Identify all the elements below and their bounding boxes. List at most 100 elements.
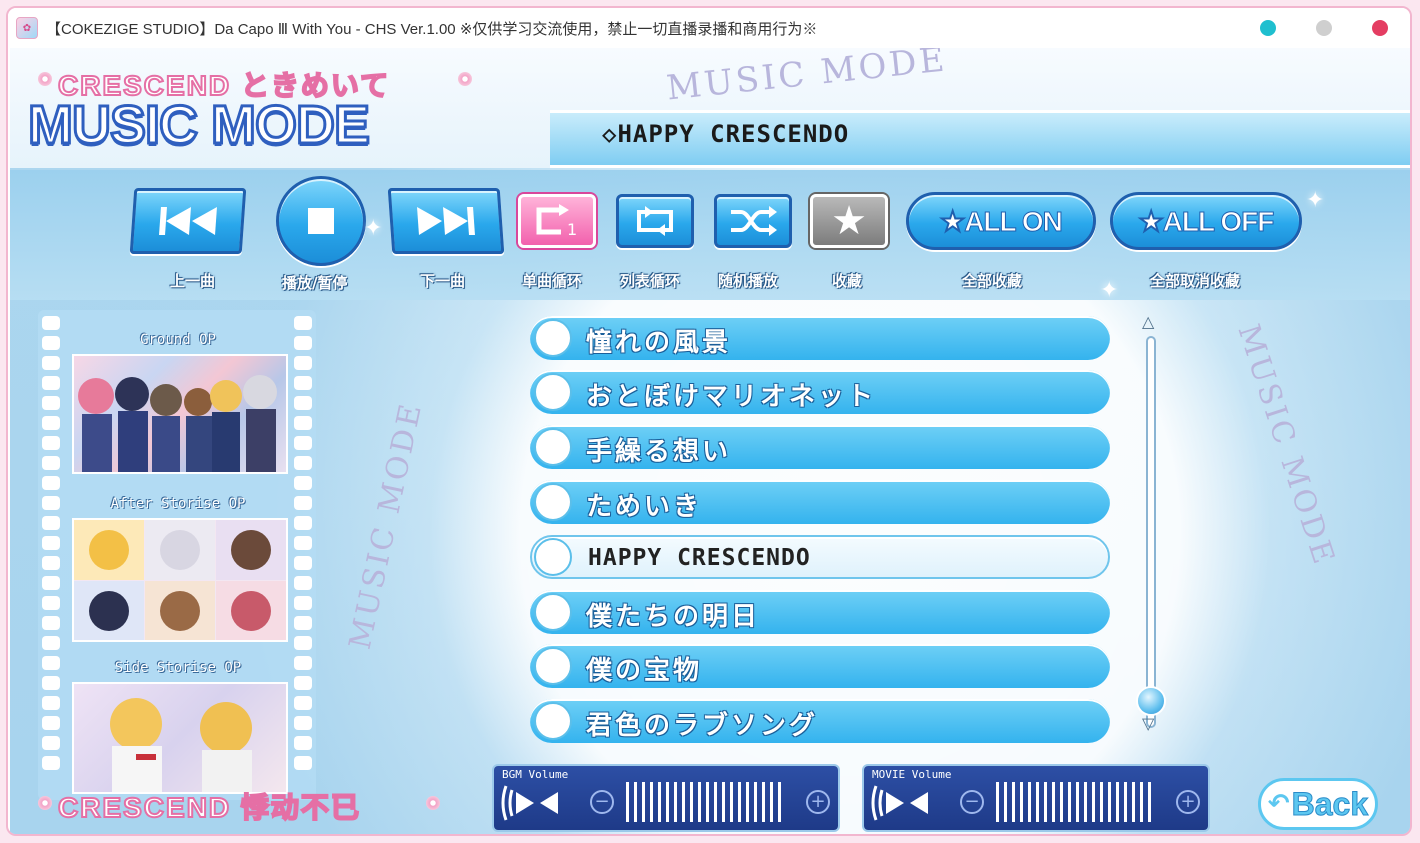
game-window: ✿ 【COKEZIGE STUDIO】Da Capo Ⅲ With You - … [6,6,1412,836]
subtitle-bottom: CRESCEND 悸动不已 [57,791,361,824]
all-off-button[interactable]: ★ALL OFF [1110,192,1302,250]
next-track-label: 下一曲 [420,272,466,290]
flower-icon [426,796,440,810]
film-holes-left [40,310,62,800]
track-select-circle [534,538,572,576]
skip-forward-icon [417,207,475,235]
sparkle-icon: ✦ [364,216,383,241]
track-item[interactable]: ためいき [530,480,1110,524]
next-track-button[interactable] [387,188,505,254]
deco-ring-text-right: MUSIC MODE [1230,320,1342,571]
app-icon: ✿ [16,17,38,39]
play-pause-label: 播放/暂停 [282,274,348,292]
repeat-icon [637,206,673,236]
prev-track-button[interactable] [129,188,247,254]
track-item[interactable]: 憧れの風景 [530,316,1110,360]
movie-volume-increase-button[interactable]: + [1176,790,1200,814]
deco-ring-text-left: MUSIC MODE [342,398,430,653]
track-select-circle [534,702,572,740]
film-holes-right [292,310,314,800]
flower-icon [38,72,52,86]
scrollbar-thumb[interactable] [1136,686,1166,716]
window-dot-1-button[interactable] [1260,20,1276,36]
bgm-volume-control: BGM Volume − + [494,766,838,830]
single-loop-button[interactable]: 1 [518,194,596,248]
stop-icon [308,208,334,234]
bgm-volume-increase-button[interactable]: + [806,790,830,814]
track-select-circle [534,428,572,466]
list-loop-button[interactable] [616,194,694,248]
flower-icon [38,796,52,810]
sparkle-icon: ✦ [1306,188,1325,213]
prev-track-label: 上一曲 [170,272,216,290]
bgm-volume-label: BGM Volume [502,768,569,781]
track-select-circle [534,593,572,631]
movie-volume-control: MOVIE Volume − + [864,766,1208,830]
track-select-circle [534,647,572,685]
scroll-up-arrow-icon[interactable]: △ [1142,312,1154,331]
sparkle-icon: ✦ [1100,278,1119,303]
all-on-text: ★ALL ON [940,205,1064,237]
speaker-icon [871,785,928,821]
track-title: 僕の宝物 [586,656,703,686]
movie-volume-label: MOVIE Volume [872,768,952,781]
track-item[interactable]: 僕たちの明日 [530,590,1110,634]
music-mode-screen: MUSIC MODE MUSIC MODE MUSIC MODE CRESCEN… [10,48,1410,834]
bgm-volume-decrease-button[interactable]: − [590,790,614,814]
track-item[interactable]: 君色のラブソング [530,699,1110,743]
all-on-button[interactable]: ★ALL ON [906,192,1096,250]
list-loop-label: 列表循环 [620,272,681,290]
characters-illustration [78,375,277,472]
movie-label-ground-op: Ground OP [140,332,216,348]
window-controls [1260,20,1388,36]
scroll-down-arrow-icon[interactable]: ▽ [1142,714,1154,733]
movie-label-side-storise-op: Side Storise OP [114,660,242,676]
back-label: Back [1291,785,1369,822]
track-title: 憧れの風景 [586,328,732,358]
track-item[interactable]: おとぼけマリオネット [530,370,1110,414]
repeat-one-icon: 1 [536,204,577,238]
shuffle-button[interactable] [714,194,792,248]
track-select-circle [534,483,572,521]
window-title: 【COKEZIGE STUDIO】Da Capo Ⅲ With You - CH… [46,20,818,38]
speaker-icon [501,785,558,821]
movie-thumbnail-ground-op[interactable] [72,354,288,474]
track-list-scrollbar[interactable] [1146,336,1156,728]
back-button[interactable]: ↶ Back [1258,778,1378,830]
window-close-button[interactable] [1372,20,1388,36]
track-title: ためいき [586,492,703,522]
characters-illustration-2 [110,698,252,792]
track-title: 手繰る想い [586,437,732,467]
favorite-button[interactable]: ★ [810,194,888,248]
skip-back-icon [159,207,217,235]
flower-icon [458,72,472,86]
movie-film-strip: Ground OP After Storise OP Side Storise … [38,310,316,800]
track-select-circle [534,319,572,357]
star-icon: ★ [831,198,867,244]
track-select-circle [534,373,572,411]
movie-volume-decrease-button[interactable]: − [960,790,984,814]
now-playing-title: ◇HAPPY CRESCENDO [602,120,850,148]
all-on-label: 全部收藏 [962,272,1023,290]
characters-grid-illustration [74,520,286,641]
back-arrow-icon: ↶ [1267,789,1290,819]
track-title: HAPPY CRESCENDO [588,545,811,571]
movie-label-after-storise-op: After Storise OP [110,496,246,512]
svg-text:1: 1 [567,220,577,238]
all-off-text: ★ALL OFF [1138,205,1275,237]
track-title: おとぼけマリオネット [586,382,877,412]
track-item-selected[interactable]: HAPPY CRESCENDO [530,535,1110,579]
movie-thumbnail-after-storise-op[interactable] [72,518,288,642]
page-title: MUSIC MODE [27,94,372,157]
single-loop-label: 单曲循环 [522,272,583,290]
track-item[interactable]: 手繰る想い [530,425,1110,469]
track-item[interactable]: 僕の宝物 [530,644,1110,688]
movie-thumbnail-side-storise-op[interactable] [72,682,288,794]
play-pause-button[interactable] [276,176,366,266]
favorite-label: 收藏 [832,272,863,290]
window-dot-2-button[interactable] [1316,20,1332,36]
shuffle-label: 随机播放 [718,272,779,290]
track-title: 君色のラブソング [586,711,819,741]
bgm-volume-bars[interactable] [626,782,781,822]
movie-volume-bars[interactable] [996,782,1151,822]
